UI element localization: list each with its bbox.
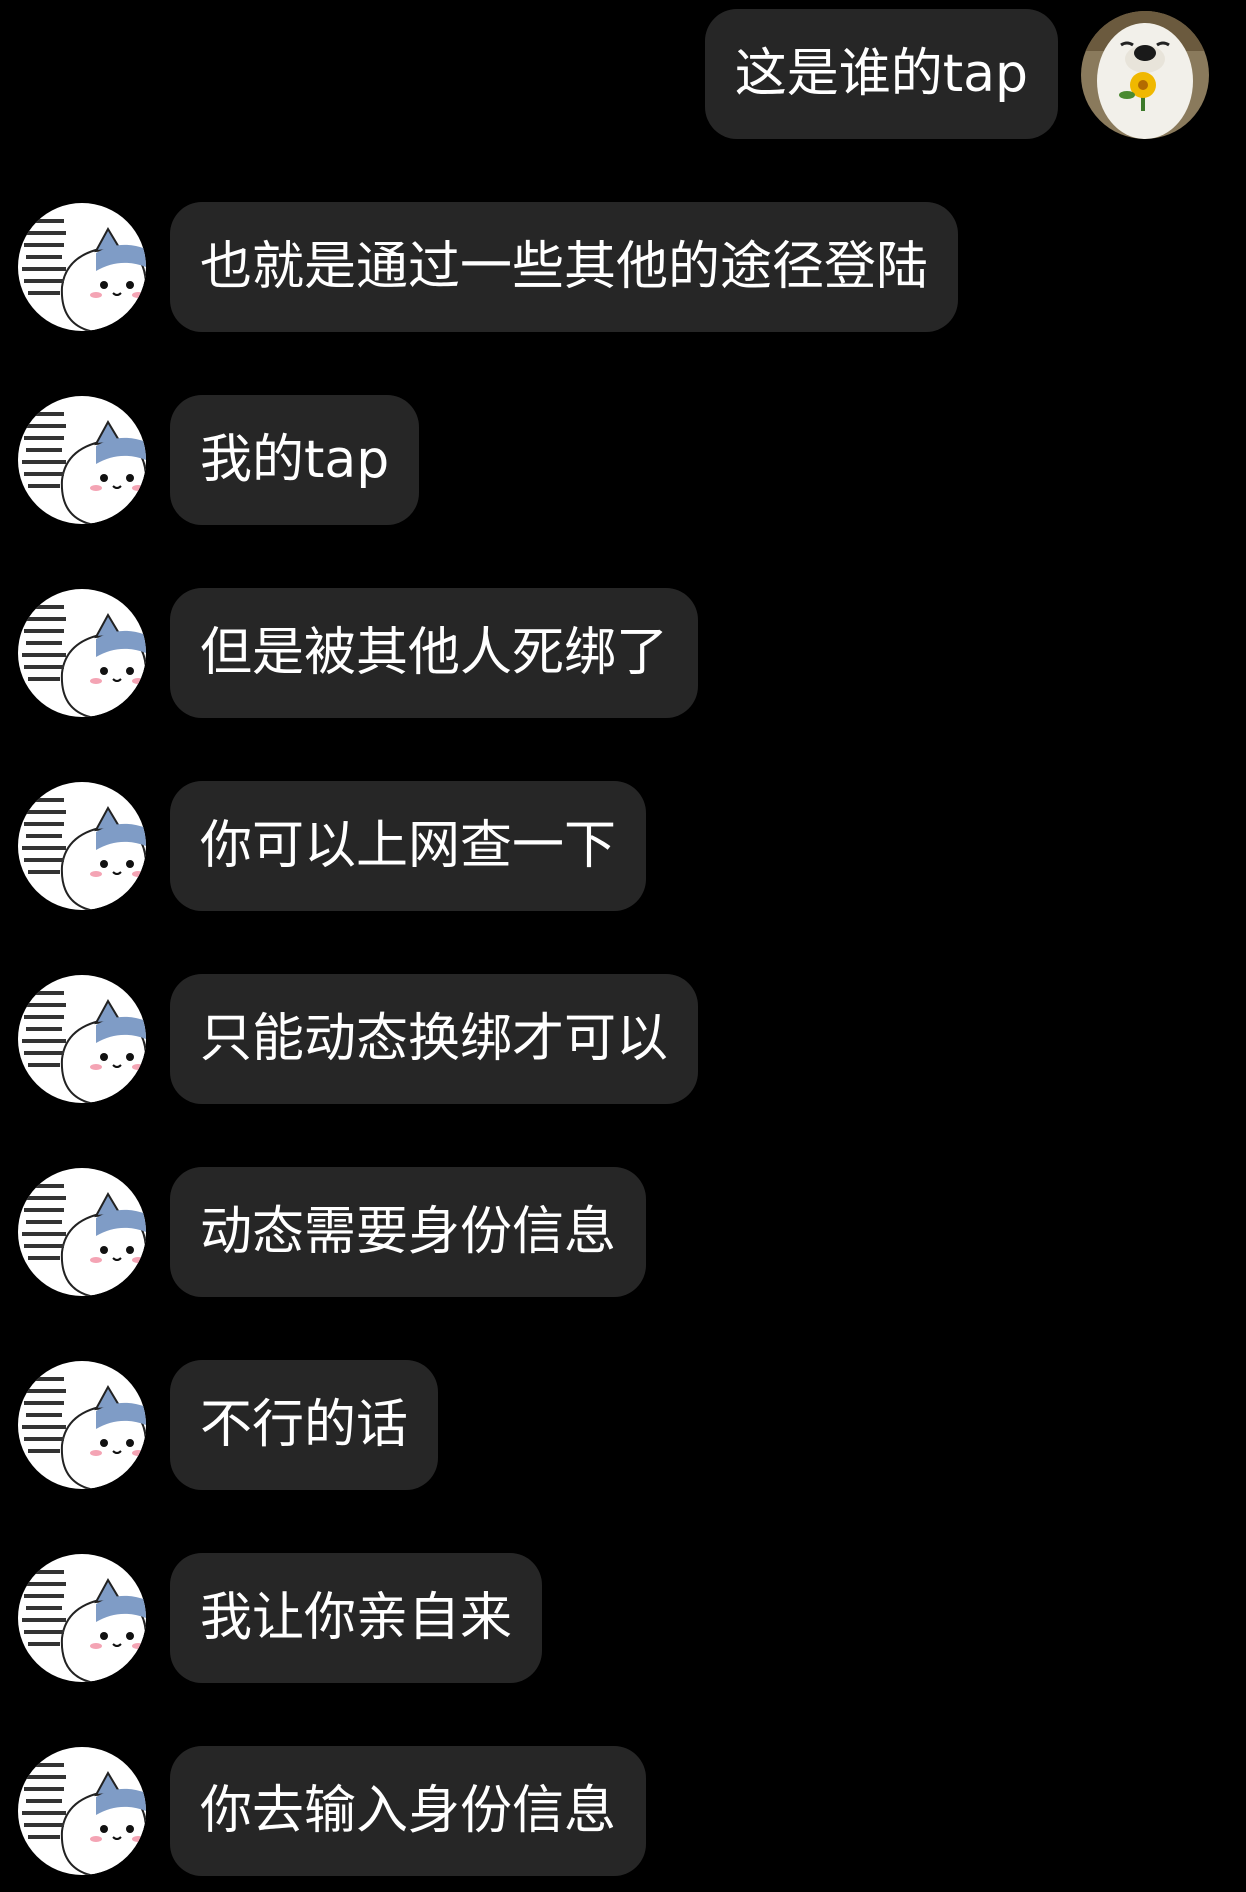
message-bubble-received[interactable]: 我的tap — [170, 395, 420, 525]
message-row-received: 只能动态换绑才可以 — [0, 974, 1246, 1104]
chat-thread[interactable]: 这是谁的tap 也就是通过一些其他的途径登陆 我的tap 但是被其他人死绑了 你… — [0, 0, 1246, 1892]
message-bubble-received[interactable]: 动态需要身份信息 — [170, 1167, 647, 1297]
message-row-received: 你可以上网查一下 — [0, 781, 1246, 911]
message-row-received: 不行的话 — [0, 1360, 1246, 1490]
message-row-received: 我让你亲自来 — [0, 1553, 1246, 1683]
message-row-received: 动态需要身份信息 — [0, 1167, 1246, 1297]
cartoon-cat-avatar-icon[interactable] — [18, 1168, 146, 1296]
dog-with-flower-avatar-icon[interactable] — [1081, 11, 1209, 139]
cartoon-cat-avatar-icon[interactable] — [18, 396, 146, 524]
message-bubble-received[interactable]: 只能动态换绑才可以 — [170, 974, 699, 1104]
message-bubble-received[interactable]: 但是被其他人死绑了 — [170, 588, 699, 718]
message-bubble-received[interactable]: 你去输入身份信息 — [170, 1746, 647, 1876]
cartoon-cat-avatar-icon[interactable] — [18, 782, 146, 910]
cartoon-cat-avatar-icon[interactable] — [18, 975, 146, 1103]
message-row-sent: 这是谁的tap — [0, 9, 1246, 139]
cartoon-cat-avatar-icon[interactable] — [18, 1554, 146, 1682]
message-bubble-received[interactable]: 不行的话 — [170, 1360, 439, 1490]
message-bubble-received[interactable]: 我让你亲自来 — [170, 1553, 543, 1683]
message-row-received: 你去输入身份信息 — [0, 1746, 1246, 1876]
message-bubble-received[interactable]: 也就是通过一些其他的途径登陆 — [170, 202, 959, 332]
cartoon-cat-avatar-icon[interactable] — [18, 1361, 146, 1489]
cartoon-cat-avatar-icon[interactable] — [18, 589, 146, 717]
cartoon-cat-avatar-icon[interactable] — [18, 1747, 146, 1875]
message-row-received: 也就是通过一些其他的途径登陆 — [0, 202, 1246, 332]
message-bubble-received[interactable]: 你可以上网查一下 — [170, 781, 647, 911]
cartoon-cat-avatar-icon[interactable] — [18, 203, 146, 331]
message-row-received: 但是被其他人死绑了 — [0, 588, 1246, 718]
message-bubble-sent[interactable]: 这是谁的tap — [704, 9, 1058, 139]
message-row-received: 我的tap — [0, 395, 1246, 525]
